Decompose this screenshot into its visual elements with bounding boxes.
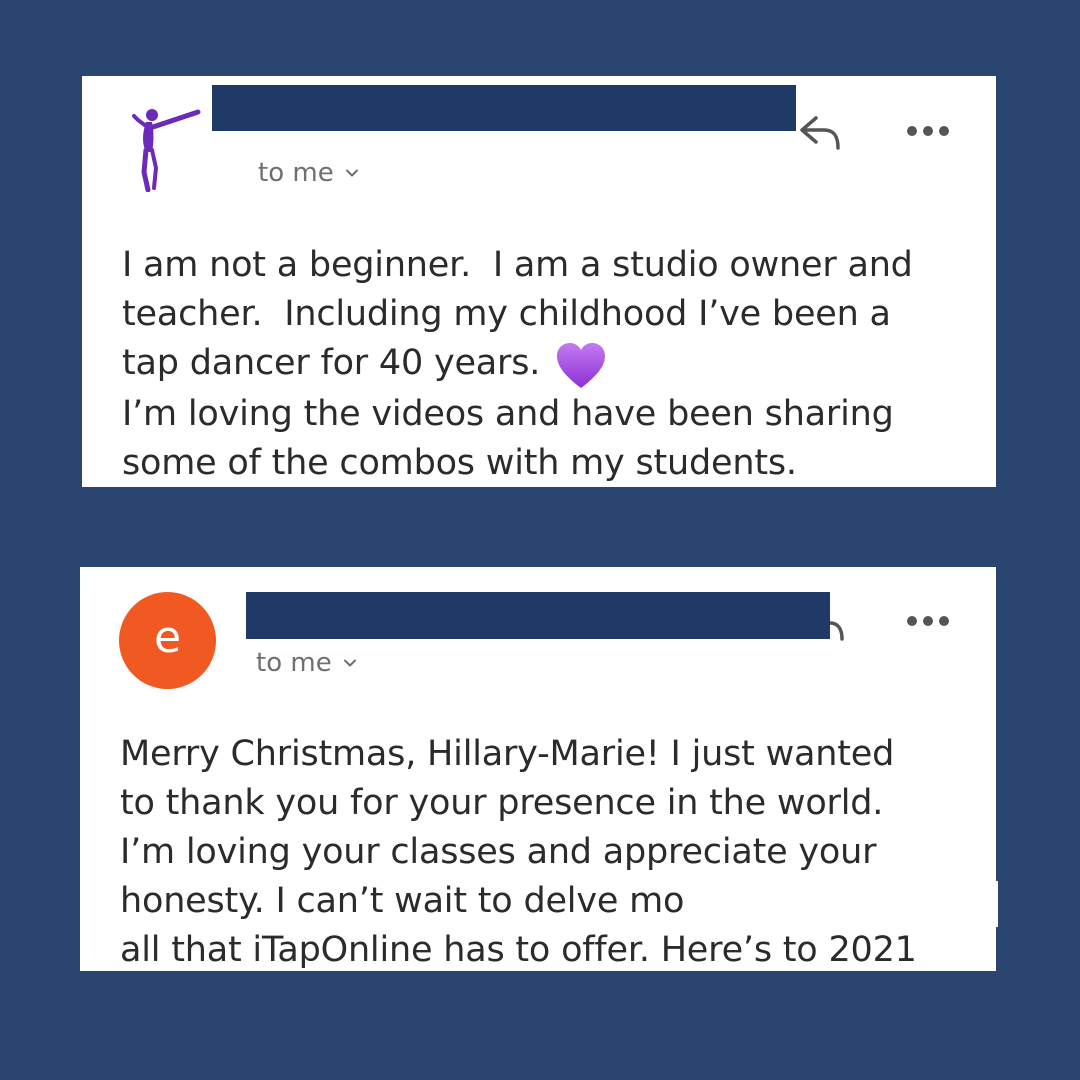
email-body: I am not a beginner. I am a studio owner… [122, 241, 913, 487]
recipient-label: to me [256, 648, 332, 678]
crop-notch [996, 881, 998, 927]
body-line: I’m loving your classes and appreciate y… [120, 832, 877, 872]
email-body: Merry Christmas, Hillary-Marie! I just w… [120, 730, 917, 971]
body-line: Merry Christmas, Hillary-Marie! I just w… [120, 734, 895, 774]
body-line: some of the combos with my students. [122, 443, 797, 483]
dancer-logo-icon [132, 109, 201, 192]
redacted-sender-name [246, 592, 830, 639]
body-line: I’m loving the videos and have been shar… [122, 394, 894, 434]
avatar: e [119, 592, 216, 689]
body-line: I am not a beginner. I am a studio owner… [122, 245, 913, 285]
body-line: tap dancer for 40 years. [122, 343, 541, 383]
chevron-down-icon [343, 659, 356, 667]
more-options-icon[interactable] [906, 124, 950, 138]
email-card-2: e to me Merry Christmas, Hillary-Marie! … [80, 567, 996, 971]
recipient-label: to me [258, 158, 334, 188]
body-line: honesty. I can’t wait to delve mo [120, 881, 685, 921]
body-line: teacher. Including my childhood I’ve bee… [122, 294, 891, 334]
chevron-down-icon [345, 169, 358, 177]
reply-icon[interactable] [828, 619, 846, 641]
recipient-dropdown[interactable]: to me [256, 648, 358, 678]
redacted-sender-name [212, 85, 796, 131]
reply-icon[interactable] [796, 114, 844, 152]
body-line: to thank you for your presence in the wo… [120, 783, 884, 823]
body-line: all that iTapOnline has to offer. Here’s… [120, 930, 917, 970]
purple-heart-icon [557, 343, 606, 388]
more-options-icon[interactable] [906, 614, 950, 628]
recipient-dropdown[interactable]: to me [258, 158, 360, 188]
email-card-1: to me I am not a beginner. I am a studio… [82, 76, 996, 487]
crop-mask [690, 880, 996, 929]
